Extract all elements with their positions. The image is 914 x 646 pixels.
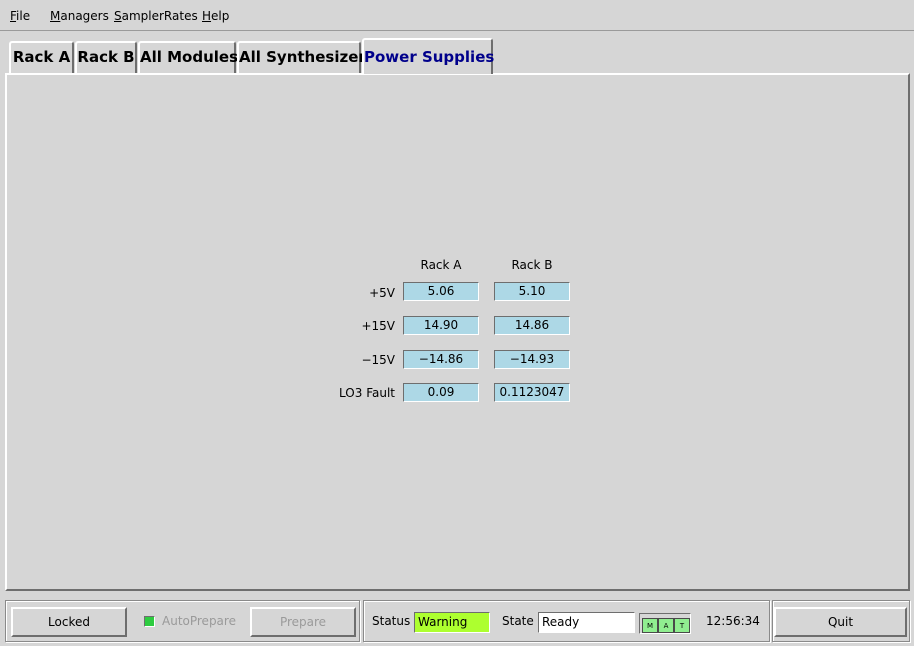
tab-power-supplies[interactable]: Power Supplies <box>362 38 494 74</box>
menu-samplerrates-label: amplerRates <box>121 9 198 23</box>
menu-samplerrates-mnemonic: S <box>114 9 122 23</box>
menu-samplerrates[interactable]: SamplerRates <box>114 9 198 23</box>
autoprepare-label: AutoPrepare <box>162 614 236 628</box>
indicator-m: M <box>642 618 658 633</box>
menu-file[interactable]: File <box>10 9 30 23</box>
prepare-button[interactable]: Prepare <box>250 607 356 637</box>
indicator-a: A <box>658 618 674 633</box>
tab-all-modules[interactable]: All Modules <box>138 41 238 74</box>
status-label: Status <box>372 614 411 628</box>
column-header-rack-a: Rack A <box>420 258 462 272</box>
row-label-lo3-fault: LO3 Fault <box>339 386 395 400</box>
tab-rack-b[interactable]: Rack B <box>75 41 137 74</box>
power-supplies-panel: Rack A Rack B +5V 5.06 5.10 +15V 14.90 1… <box>5 73 910 591</box>
tab-all-synthesizers[interactable]: All Synthesizers <box>237 41 375 74</box>
menu-managers-mnemonic: M <box>50 9 61 23</box>
rack-b-plus15v-value: 14.86 <box>494 316 570 335</box>
rack-b-plus5v-value: 5.10 <box>494 282 570 301</box>
quit-button[interactable]: Quit <box>774 607 907 637</box>
rack-b-minus15v-value: −14.93 <box>494 350 570 369</box>
autoprepare-led-icon[interactable] <box>144 616 155 627</box>
menu-bar: File Managers SamplerRates Help <box>0 0 914 31</box>
row-label-minus15v: −15V <box>361 353 395 367</box>
rack-a-lo3-fault-value: 0.09 <box>403 383 479 402</box>
rack-a-plus5v-value: 5.06 <box>403 282 479 301</box>
tab-rack-a[interactable]: Rack A <box>9 41 74 74</box>
column-header-rack-b: Rack B <box>511 258 553 272</box>
status-value: Warning <box>414 612 490 633</box>
menu-help[interactable]: Help <box>202 9 229 23</box>
row-label-plus15v: +15V <box>361 319 395 333</box>
locked-button[interactable]: Locked <box>11 607 127 637</box>
row-label-plus5v: +5V <box>369 286 395 300</box>
menu-managers[interactable]: Managers <box>50 9 109 23</box>
menu-file-label: ile <box>16 9 31 23</box>
menu-help-label: elp <box>211 9 230 23</box>
indicator-t: T <box>674 618 690 633</box>
rack-a-minus15v-value: −14.86 <box>403 350 479 369</box>
menu-help-mnemonic: H <box>202 9 212 23</box>
clock-time: 12:56:34 <box>706 614 760 628</box>
rack-b-lo3-fault-value: 0.1123047 <box>494 383 570 402</box>
state-value: Ready <box>538 612 635 633</box>
menu-managers-label: anagers <box>60 9 109 23</box>
rack-a-plus15v-value: 14.90 <box>403 316 479 335</box>
state-label: State <box>502 614 534 628</box>
